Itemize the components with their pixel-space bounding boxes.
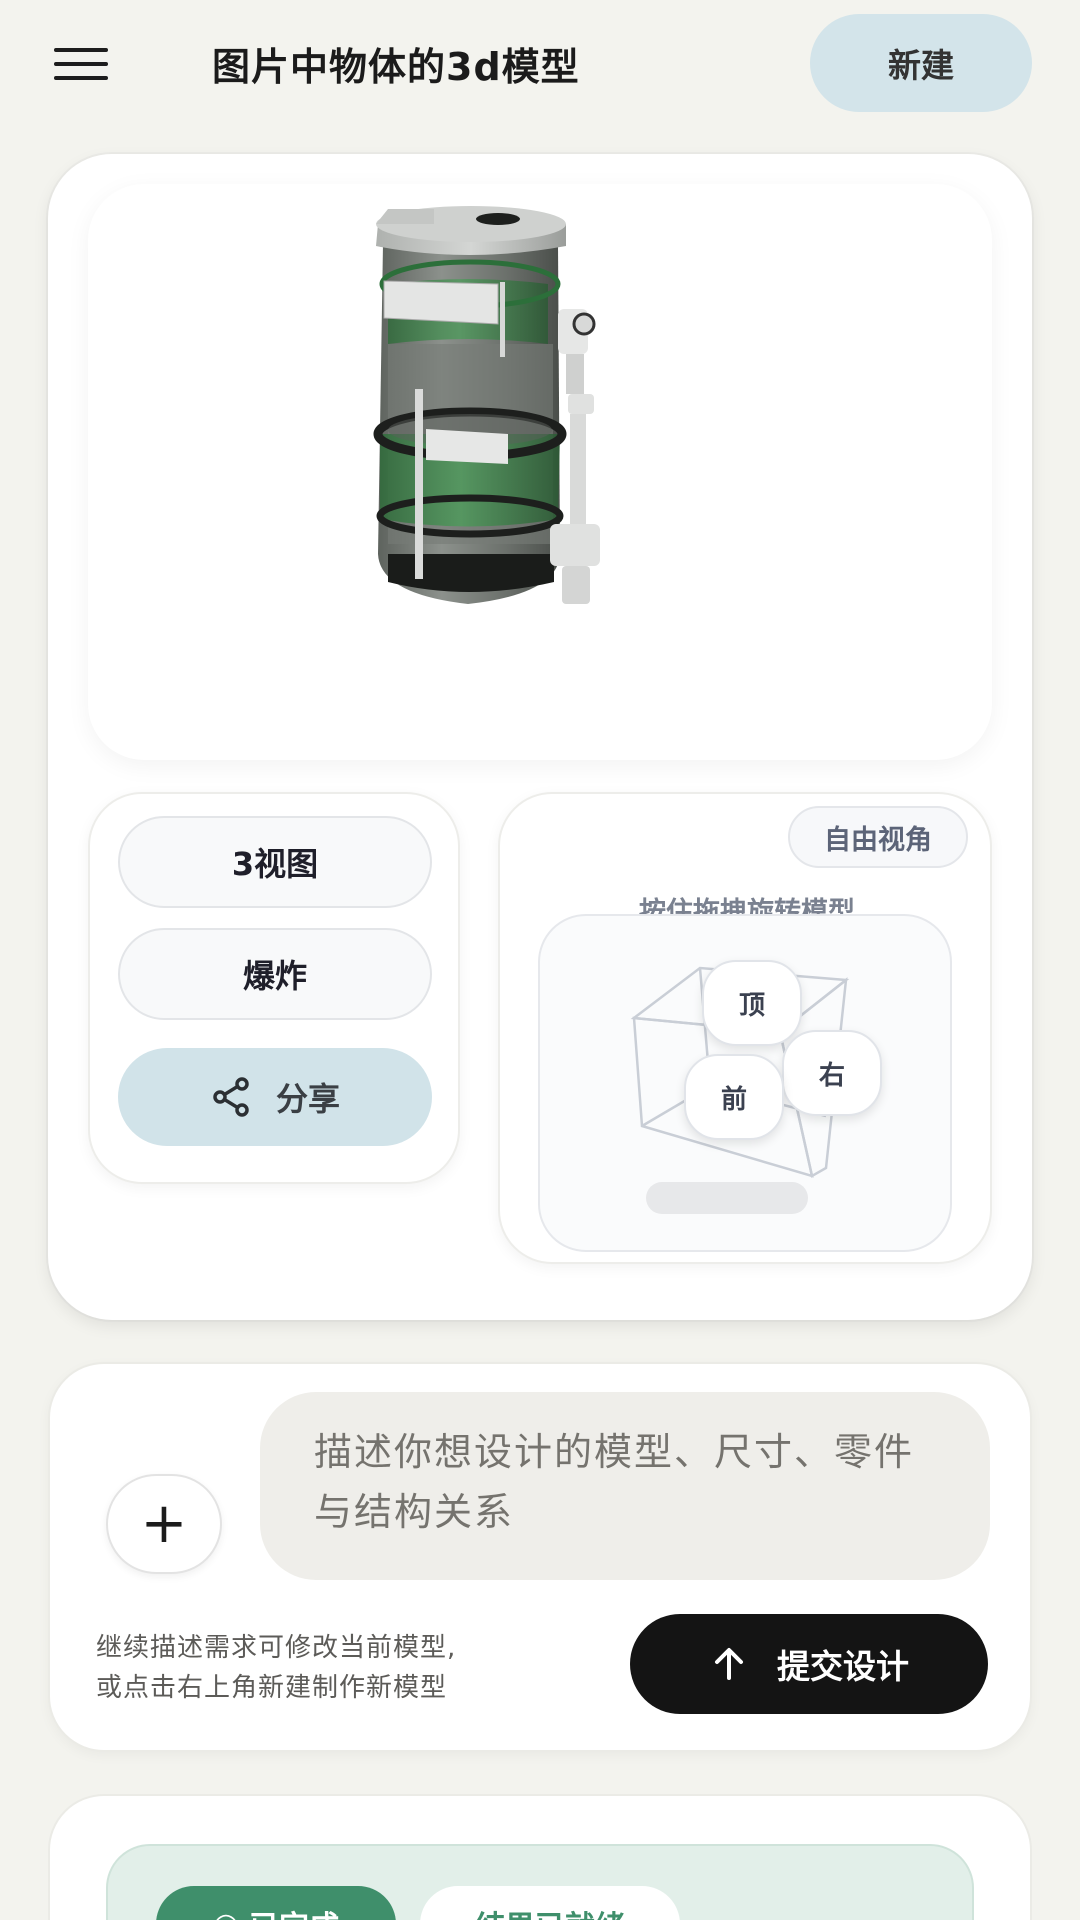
view-control-panel: 自由视角 按住拖拽旋转模型 顶 右 前 bbox=[498, 792, 992, 1264]
model-render-canvas[interactable] bbox=[88, 184, 992, 760]
hamburger-menu-icon bbox=[54, 48, 108, 52]
menu-button[interactable] bbox=[54, 44, 108, 84]
view-mode-panel: 3视图 爆炸 分享 bbox=[88, 792, 460, 1184]
free-view-badge[interactable]: 自由视角 bbox=[788, 806, 968, 868]
3d-model-render bbox=[373, 206, 600, 604]
model-viewer-card: 3视图 爆炸 分享 自由视角 按住拖拽旋转模型 顶 右 前 bbox=[48, 154, 1032, 1320]
plus-icon: + bbox=[140, 1491, 188, 1556]
result-ready-chip: 结果已就绪 bbox=[420, 1886, 680, 1920]
submit-design-button[interactable]: 提交设计 bbox=[630, 1614, 988, 1714]
share-button[interactable]: 分享 bbox=[118, 1048, 432, 1146]
page-title: 图片中物体的3d模型 bbox=[212, 45, 580, 89]
status-banner: ◎ 已完成 结果已就绪 bbox=[106, 1844, 974, 1920]
submit-label: 提交设计 bbox=[777, 1647, 909, 1686]
cube-scroll-handle[interactable] bbox=[646, 1182, 808, 1214]
view-face-right[interactable]: 右 bbox=[782, 1030, 882, 1116]
new-model-button[interactable]: 新建 bbox=[810, 14, 1032, 112]
design-prompt-input[interactable] bbox=[260, 1392, 990, 1580]
arrow-up-icon bbox=[715, 1648, 743, 1680]
view-cube[interactable]: 顶 右 前 bbox=[538, 914, 952, 1252]
design-composer: + 继续描述需求可修改当前模型, 或点击右上角新建制作新模型 提交设计 bbox=[48, 1362, 1032, 1752]
status-card: ◎ 已完成 结果已就绪 bbox=[48, 1794, 1032, 1920]
share-icon bbox=[213, 1077, 249, 1117]
composer-hint: 继续描述需求可修改当前模型, 或点击右上角新建制作新模型 bbox=[96, 1633, 457, 1703]
check-circle-icon: ◎ bbox=[213, 1907, 239, 1920]
status-done-chip: ◎ 已完成 bbox=[156, 1886, 396, 1920]
share-label: 分享 bbox=[275, 1080, 340, 1118]
explode-view-button[interactable]: 爆炸 bbox=[118, 928, 432, 1020]
view-face-top[interactable]: 顶 bbox=[702, 960, 802, 1046]
view-face-front[interactable]: 前 bbox=[684, 1054, 784, 1140]
three-view-button[interactable]: 3视图 bbox=[118, 816, 432, 908]
add-attachment-button[interactable]: + bbox=[106, 1474, 222, 1574]
